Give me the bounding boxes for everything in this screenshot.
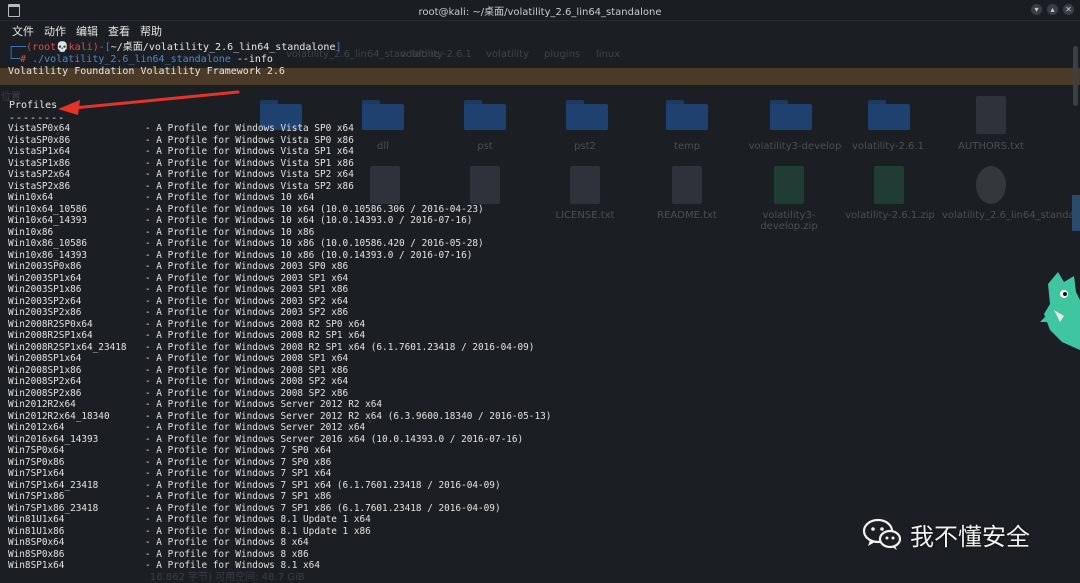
arrow-head [58,100,80,115]
wechat-watermark: 我不懂安全 [862,516,1030,552]
kali-dragon-icon [1040,272,1080,350]
arrow-shaft [72,90,240,110]
desktop-edge-widget [1072,195,1080,231]
wechat-logo-icon [862,518,902,550]
terminal-scrollbar[interactable] [1073,46,1078,106]
annotation-arrow [58,90,240,115]
watermark-text: 我不懂安全 [910,522,1030,551]
